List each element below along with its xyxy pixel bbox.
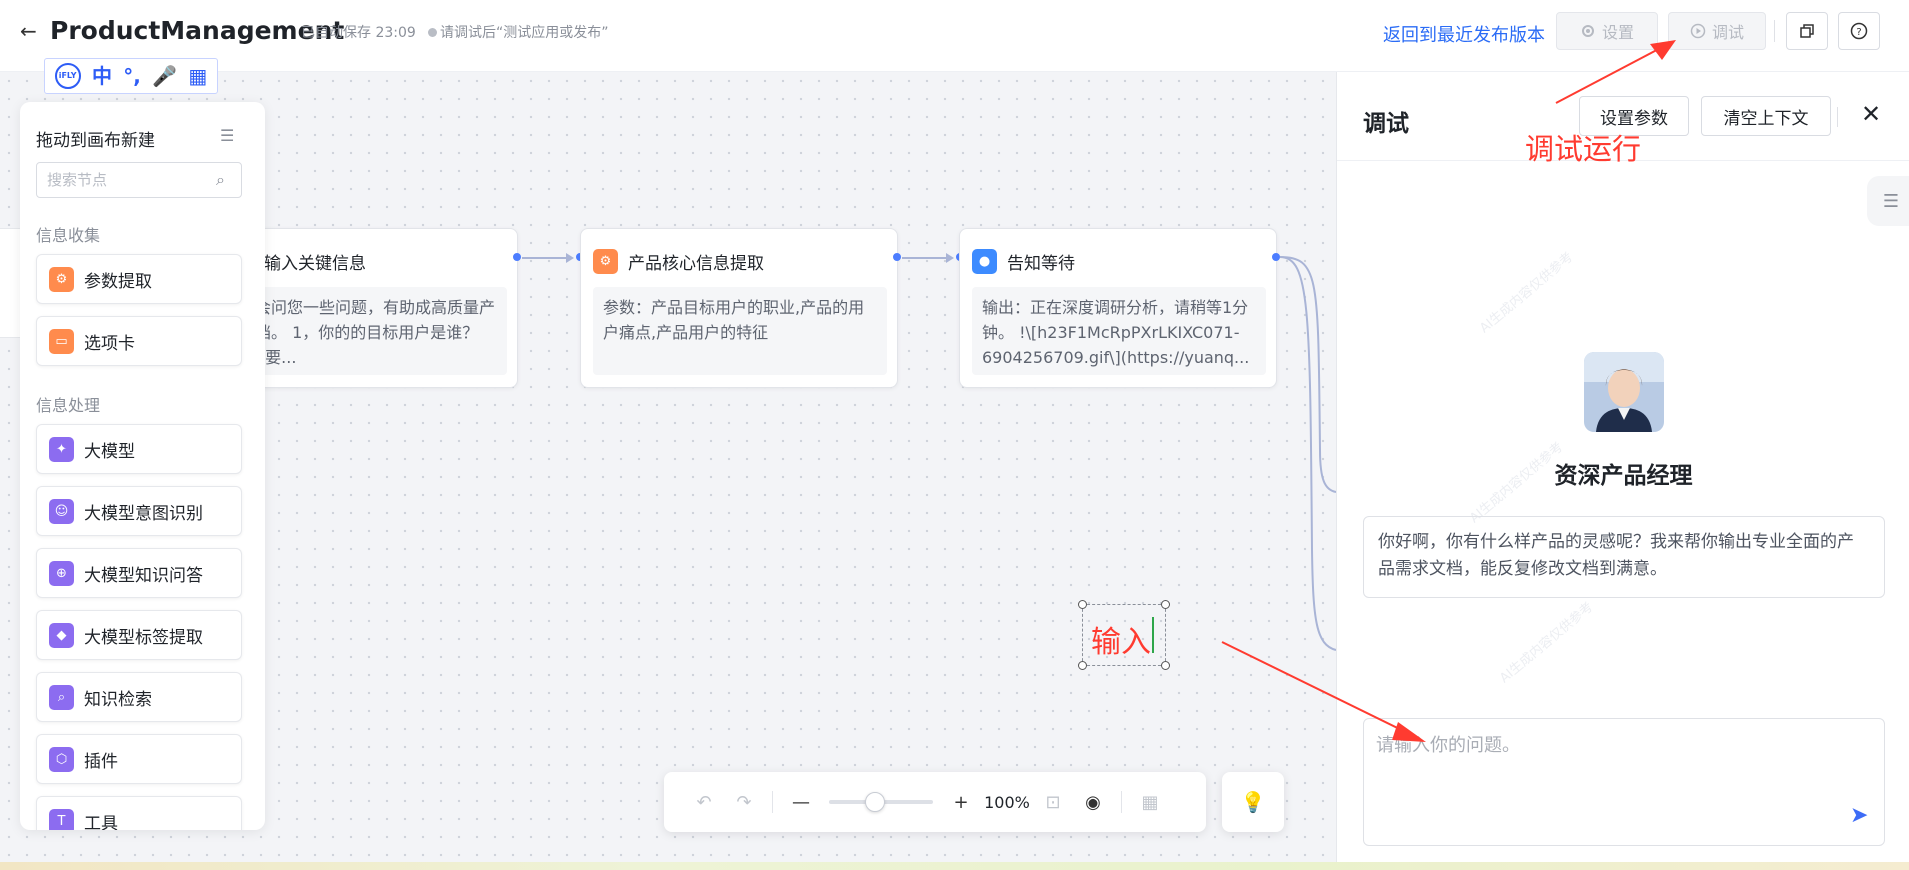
arrow-to-debug-button: [1555, 40, 1676, 104]
taskbar-strip: [0, 862, 1909, 870]
annotation-debug-run: 调试运行: [1525, 132, 1642, 166]
arrow-to-chat-input: [1221, 641, 1426, 742]
